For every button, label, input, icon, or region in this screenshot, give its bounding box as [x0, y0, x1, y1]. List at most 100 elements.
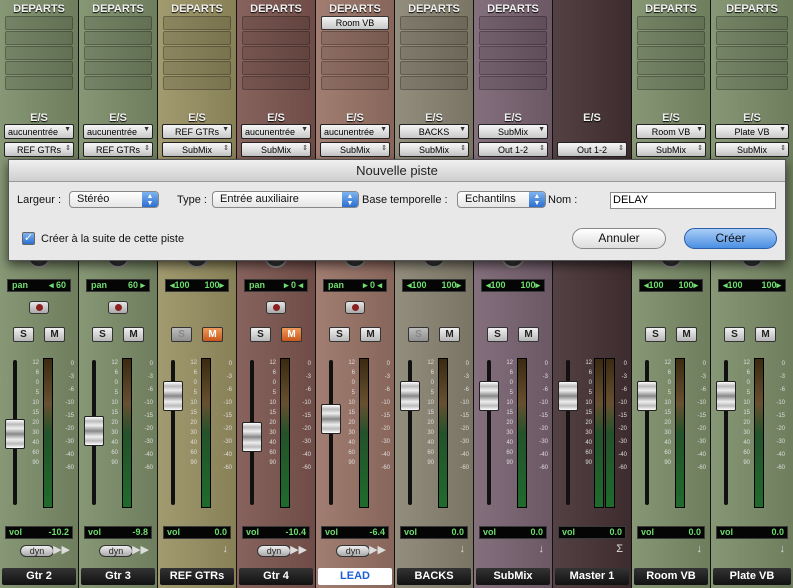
send-slot[interactable]	[716, 16, 788, 30]
mute-button[interactable]: M	[281, 327, 302, 342]
input-selector[interactable]: aucunentrée ▼	[241, 124, 311, 139]
track-name[interactable]: BACKS	[397, 568, 471, 585]
width-select[interactable]: Stéréo ▲ ▼	[69, 191, 159, 208]
track-name[interactable]: REF GTRs	[160, 568, 234, 585]
output-selector[interactable]: SubMix ⇕	[715, 142, 789, 157]
send-slot[interactable]	[479, 46, 547, 60]
output-selector[interactable]: SubMix ⇕	[636, 142, 706, 157]
timebase-select[interactable]: Echantilns ▲ ▼	[457, 191, 546, 208]
mute-button[interactable]: M	[360, 327, 381, 342]
send-slot[interactable]	[637, 76, 705, 90]
track-name[interactable]: LEAD	[318, 568, 392, 585]
record-button[interactable]	[345, 301, 365, 314]
input-selector[interactable]: aucunentrée ▼	[4, 124, 74, 139]
create-after-checkbox[interactable]: ✓	[22, 232, 35, 245]
cancel-button[interactable]: Annuler	[572, 228, 666, 249]
send-slot[interactable]	[479, 76, 547, 90]
solo-button[interactable]: S	[250, 327, 271, 342]
track-name[interactable]: Gtr 4	[239, 568, 313, 585]
input-selector[interactable]: Room VB ▼	[636, 124, 706, 139]
send-slot[interactable]	[400, 16, 468, 30]
volume-fader[interactable]	[637, 381, 657, 411]
send-slot[interactable]	[637, 31, 705, 45]
volume-fader[interactable]	[400, 381, 420, 411]
volume-fader[interactable]	[84, 415, 104, 446]
mute-button[interactable]: M	[518, 327, 539, 342]
volume-fader[interactable]	[321, 404, 341, 435]
solo-button[interactable]: S	[13, 327, 34, 342]
mute-button[interactable]: M	[44, 327, 65, 342]
output-selector[interactable]: REF GTRs ⇕	[83, 142, 153, 157]
input-selector[interactable]: Plate VB ▼	[715, 124, 789, 139]
dyn-button[interactable]: dyn	[99, 545, 133, 557]
track-name[interactable]: Master 1	[555, 568, 629, 585]
send-slot[interactable]	[321, 76, 389, 90]
output-selector[interactable]: Out 1-2 ⇕	[478, 142, 548, 157]
track-name[interactable]: Room VB	[634, 568, 708, 585]
mute-button[interactable]: M	[439, 327, 460, 342]
output-selector[interactable]: REF GTRs ⇕	[4, 142, 74, 157]
input-selector[interactable]: SubMix ▼	[478, 124, 548, 139]
send-slot[interactable]	[242, 31, 310, 45]
send-slot[interactable]	[5, 31, 73, 45]
track-name[interactable]: Gtr 2	[2, 568, 76, 585]
send-slot[interactable]	[479, 31, 547, 45]
send-slot[interactable]	[5, 46, 73, 60]
send-slot[interactable]	[163, 16, 231, 30]
send-slot[interactable]	[400, 61, 468, 75]
send-slot[interactable]	[479, 16, 547, 30]
send-slot[interactable]	[84, 61, 152, 75]
send-slot[interactable]	[716, 31, 788, 45]
send-slot[interactable]	[321, 61, 389, 75]
send-slot[interactable]	[637, 61, 705, 75]
solo-button[interactable]: S	[724, 327, 745, 342]
record-button[interactable]	[29, 301, 49, 314]
solo-button[interactable]: S	[408, 327, 429, 342]
send-slot[interactable]	[321, 46, 389, 60]
send-slot[interactable]	[84, 76, 152, 90]
volume-fader[interactable]	[5, 418, 25, 449]
mute-button[interactable]: M	[676, 327, 697, 342]
input-selector[interactable]: BACKS ▼	[399, 124, 469, 139]
send-slot[interactable]	[400, 46, 468, 60]
send-slot[interactable]	[637, 46, 705, 60]
track-name-input[interactable]: DELAY	[610, 192, 776, 209]
send-slot[interactable]	[716, 76, 788, 90]
output-selector[interactable]: SubMix ⇕	[241, 142, 311, 157]
volume-fader[interactable]	[716, 381, 736, 411]
dyn-button[interactable]: dyn	[336, 545, 370, 557]
send-slot[interactable]	[84, 46, 152, 60]
send-slot[interactable]	[5, 16, 73, 30]
send-slot[interactable]	[400, 31, 468, 45]
input-selector[interactable]: aucunentrée ▼	[320, 124, 390, 139]
input-selector[interactable]: aucunentrée ▼	[83, 124, 153, 139]
volume-fader[interactable]	[163, 381, 183, 411]
send-slot[interactable]	[242, 16, 310, 30]
mute-button[interactable]: M	[755, 327, 776, 342]
type-select[interactable]: Entrée auxiliaire ▲ ▼	[212, 191, 359, 208]
send-slot[interactable]	[242, 46, 310, 60]
send-slot[interactable]	[242, 61, 310, 75]
record-button[interactable]	[108, 301, 128, 314]
output-selector[interactable]: SubMix ⇕	[162, 142, 232, 157]
solo-button[interactable]: S	[92, 327, 113, 342]
send-slot[interactable]	[163, 31, 231, 45]
send-slot[interactable]	[479, 61, 547, 75]
send-slot[interactable]	[716, 46, 788, 60]
send-slot[interactable]	[321, 31, 389, 45]
solo-button[interactable]: S	[645, 327, 666, 342]
solo-button[interactable]: S	[487, 327, 508, 342]
send-slot[interactable]	[5, 76, 73, 90]
create-button[interactable]: Créer	[684, 228, 777, 249]
send-slot[interactable]	[637, 16, 705, 30]
send-slot[interactable]	[400, 76, 468, 90]
solo-button[interactable]: S	[329, 327, 350, 342]
mute-button[interactable]: M	[202, 327, 223, 342]
record-button[interactable]	[266, 301, 286, 314]
track-name[interactable]: Plate VB	[713, 568, 791, 585]
send-slot[interactable]	[163, 76, 231, 90]
track-name[interactable]: SubMix	[476, 568, 550, 585]
send-slot[interactable]	[163, 61, 231, 75]
output-selector[interactable]: SubMix ⇕	[320, 142, 390, 157]
send-slot[interactable]	[242, 76, 310, 90]
